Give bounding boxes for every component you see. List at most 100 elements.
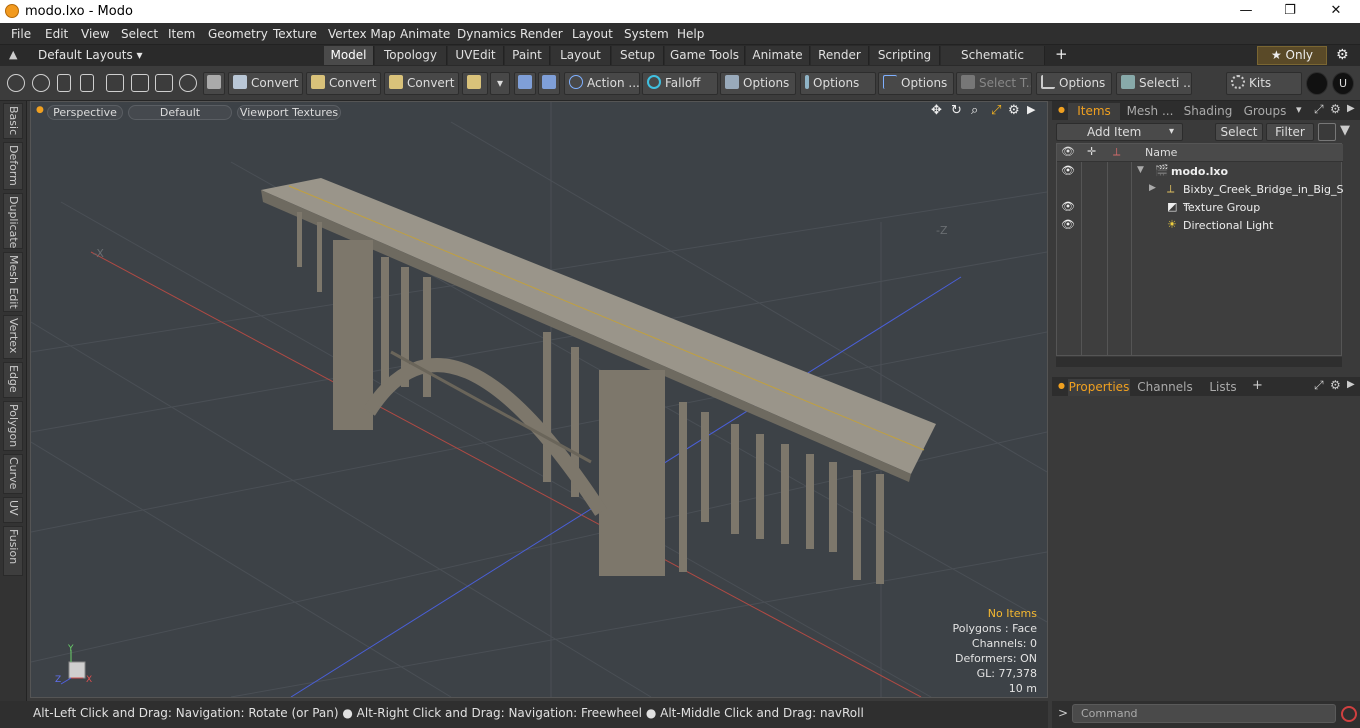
- tabs-dropdown-icon[interactable]: ▾: [1296, 103, 1302, 116]
- center-mode-icon[interactable]: [179, 74, 197, 92]
- panel-arrow-icon[interactable]: ▶: [1347, 379, 1355, 390]
- tab-setup[interactable]: Setup: [612, 46, 664, 65]
- record-macro-icon[interactable]: [1341, 706, 1357, 722]
- viewport-textures-dropdown[interactable]: Viewport Textures: [237, 105, 341, 120]
- tab-animate[interactable]: Animate: [746, 46, 810, 65]
- tab-game-tools[interactable]: Game Tools: [665, 46, 745, 65]
- type-column-icon[interactable]: ⟂: [1113, 145, 1120, 159]
- viewport-expand-arrow-icon[interactable]: ▶: [1027, 103, 1035, 116]
- panel-menu-dot-icon[interactable]: ●: [1058, 105, 1065, 114]
- convert-button-3[interactable]: Convert: [384, 72, 459, 95]
- only-toggle[interactable]: ★ Only: [1257, 46, 1327, 65]
- shield-settings-icon[interactable]: [538, 72, 560, 95]
- collapse-all-icon[interactable]: [1318, 123, 1336, 141]
- add-layout-button[interactable]: +: [1055, 45, 1068, 63]
- unity-icon[interactable]: [1306, 72, 1328, 95]
- maximize-viewport-icon[interactable]: ⤢: [991, 103, 1001, 118]
- convert-button-2[interactable]: Convert: [306, 72, 381, 95]
- menu-help[interactable]: Help: [677, 27, 704, 41]
- expand-arrow-icon[interactable]: ▼: [1137, 165, 1144, 175]
- shield-icon[interactable]: [514, 72, 536, 95]
- zoom-icon[interactable]: ⌕: [971, 103, 978, 118]
- close-button[interactable]: ✕: [1313, 0, 1359, 23]
- tab-duplicate[interactable]: Duplicate: [3, 193, 23, 249]
- menu-system[interactable]: System: [624, 27, 669, 41]
- snapping-options-button[interactable]: Options: [720, 72, 796, 95]
- tab-mesh-edit[interactable]: Mesh Edit: [3, 252, 23, 312]
- add-tab-button[interactable]: +: [1252, 378, 1263, 393]
- workplane-options-button[interactable]: Options: [800, 72, 876, 95]
- panel-arrow-icon[interactable]: ▶: [1347, 103, 1355, 114]
- filter-button[interactable]: Filter: [1266, 123, 1314, 141]
- tab-basic[interactable]: Basic: [3, 103, 23, 139]
- primitive-cube-icon[interactable]: [462, 72, 488, 95]
- panel-maximize-icon[interactable]: ⤢: [1314, 102, 1324, 117]
- menu-edit[interactable]: Edit: [45, 27, 68, 41]
- add-item-button[interactable]: Add Item ▾: [1056, 123, 1183, 141]
- tab-scripting[interactable]: Scripting: [870, 46, 940, 65]
- tab-model[interactable]: Model: [324, 46, 374, 65]
- tab-schematic-fusion[interactable]: Schematic Fusion: [941, 46, 1045, 81]
- tab-uvedit[interactable]: UVEdit: [448, 46, 504, 65]
- pen-tool-icon[interactable]: [57, 74, 71, 92]
- panel-gear-icon[interactable]: ⚙: [1330, 102, 1341, 116]
- item-row-texture-group[interactable]: 👁 ◩ Texture Group: [1057, 199, 1343, 217]
- tab-groups[interactable]: Groups: [1240, 103, 1290, 120]
- maximize-button[interactable]: ❐: [1267, 0, 1313, 23]
- tab-channels[interactable]: Channels: [1134, 379, 1196, 396]
- tab-mesh[interactable]: Mesh ...: [1124, 103, 1176, 120]
- materials-mode-icon[interactable]: [131, 74, 149, 92]
- menu-vertex-map[interactable]: Vertex Map: [328, 27, 396, 41]
- collapse-icon[interactable]: ▲: [9, 48, 17, 61]
- item-mode-icon[interactable]: [80, 74, 94, 92]
- default-layouts-dropdown[interactable]: Default Layouts ▾: [38, 48, 143, 62]
- kits-button[interactable]: Kits: [1226, 72, 1302, 95]
- shading-dropdown[interactable]: Default: [128, 105, 232, 120]
- tab-deform[interactable]: Deform: [3, 142, 23, 190]
- menu-item[interactable]: Item: [168, 27, 195, 41]
- tab-properties[interactable]: Properties: [1068, 379, 1130, 396]
- menu-render[interactable]: Render: [520, 27, 563, 41]
- menu-view[interactable]: View: [81, 27, 109, 41]
- tab-items[interactable]: Items: [1068, 103, 1120, 120]
- viewport-menu-dot-icon[interactable]: ●: [36, 105, 44, 115]
- item-row-directional-light[interactable]: 👁 ☀ Directional Light: [1057, 217, 1343, 235]
- command-input[interactable]: Command: [1072, 704, 1336, 723]
- dropdown-arrow-icon[interactable]: ▾: [490, 72, 510, 95]
- menu-geometry[interactable]: Geometry: [208, 27, 268, 41]
- tab-polygon[interactable]: Polygon: [3, 401, 23, 451]
- cube-icon[interactable]: [203, 72, 225, 95]
- collapse-arrow-icon[interactable]: ▶: [1149, 183, 1156, 193]
- menu-file[interactable]: File: [11, 27, 31, 41]
- pivot-mode-icon[interactable]: [155, 74, 173, 92]
- pan-icon[interactable]: ✥: [931, 103, 942, 118]
- visibility-eye-icon[interactable]: 👁: [1061, 218, 1075, 231]
- tab-fusion[interactable]: Fusion: [3, 526, 23, 576]
- rotate-icon[interactable]: ↻: [951, 103, 962, 118]
- unreal-icon[interactable]: U: [1332, 72, 1354, 95]
- menu-layout[interactable]: Layout: [572, 27, 613, 41]
- tab-layout[interactable]: Layout: [551, 46, 611, 65]
- view-type-dropdown[interactable]: Perspective: [47, 105, 123, 120]
- settings-gear-icon[interactable]: ⚙: [1336, 47, 1349, 63]
- tab-uv[interactable]: UV: [3, 497, 23, 523]
- visibility-eye-icon[interactable]: 👁: [1061, 164, 1075, 177]
- item-row-scene[interactable]: 👁 ▼ 🎬 modo.lxo: [1057, 163, 1343, 181]
- action-center-button[interactable]: Action ...: [564, 72, 640, 95]
- filter-funnel-icon[interactable]: ▼: [1340, 123, 1350, 138]
- selection-sets-button[interactable]: Selecti ...: [1116, 72, 1192, 95]
- tab-curve[interactable]: Curve: [3, 454, 23, 494]
- tab-lists[interactable]: Lists: [1200, 379, 1246, 396]
- tab-render[interactable]: Render: [811, 46, 869, 65]
- select-button[interactable]: Select: [1215, 123, 1263, 141]
- name-column-header[interactable]: Name: [1145, 146, 1177, 159]
- menu-texture[interactable]: Texture: [273, 27, 317, 41]
- bridge-model[interactable]: [261, 178, 936, 584]
- panel-gear-icon[interactable]: ⚙: [1330, 378, 1341, 392]
- menu-dynamics[interactable]: Dynamics: [457, 27, 516, 41]
- panel-menu-dot-icon[interactable]: ●: [1058, 381, 1065, 390]
- tab-edge[interactable]: Edge: [3, 362, 23, 398]
- tab-topology[interactable]: Topology: [375, 46, 447, 65]
- vertex-mode-icon[interactable]: [7, 74, 25, 92]
- panel-maximize-icon[interactable]: ⤢: [1314, 378, 1324, 393]
